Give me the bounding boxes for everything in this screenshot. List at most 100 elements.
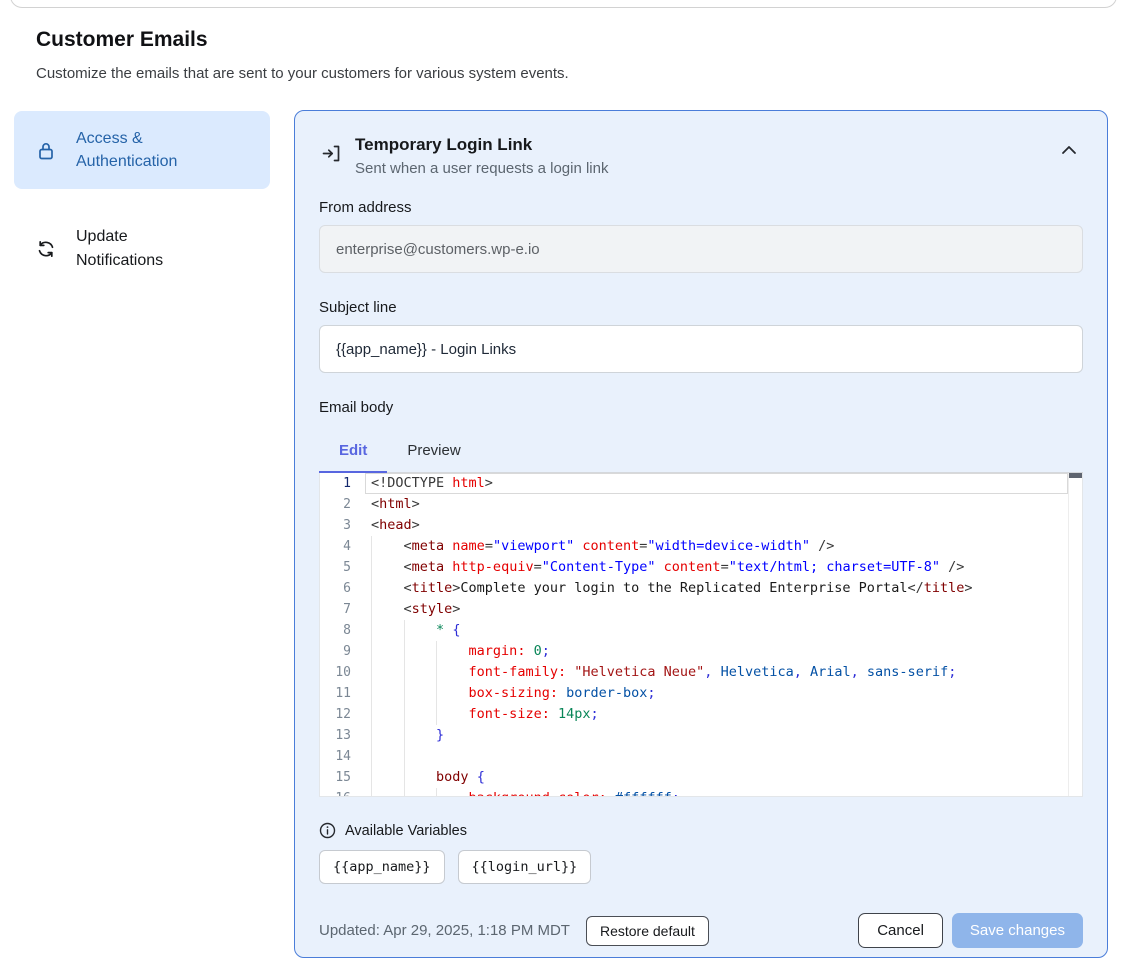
indent-guide — [371, 578, 372, 599]
code-line-5[interactable]: 5 <meta http-equiv="Content-Type" conten… — [320, 557, 1082, 578]
code-line-9[interactable]: 9 margin: 0; — [320, 641, 1082, 662]
editor-scrollbar-thumb[interactable] — [1069, 473, 1082, 478]
code-text: <meta http-equiv="Content-Type" content=… — [365, 557, 1068, 578]
subject-line-input[interactable] — [319, 325, 1083, 373]
code-editor-lines: 1<!DOCTYPE html>2<html>3<head>4 <meta na… — [320, 473, 1082, 797]
line-number: 6 — [320, 578, 365, 599]
code-line-4[interactable]: 4 <meta name="viewport" content="width=d… — [320, 536, 1082, 557]
subject-line-label: Subject line — [319, 299, 1083, 316]
tab-edit[interactable]: Edit — [319, 433, 387, 472]
sidebar-item-access-authentication[interactable]: Access & Authentication — [14, 111, 270, 189]
code-text: <html> — [365, 494, 1068, 515]
page-title: Customer Emails — [36, 28, 936, 52]
indent-guide — [404, 767, 405, 788]
code-line-16[interactable]: 16 background-color: #ffffff; — [320, 788, 1082, 797]
code-text: <style> — [365, 599, 1068, 620]
code-line-8[interactable]: 8 * { — [320, 620, 1082, 641]
code-text: font-family: "Helvetica Neue", Helvetica… — [365, 662, 1068, 683]
code-text: } — [365, 725, 1068, 746]
tab-preview[interactable]: Preview — [387, 433, 480, 472]
code-text: font-size: 14px; — [365, 704, 1068, 725]
code-text: margin: 0; — [365, 641, 1068, 662]
save-changes-button[interactable]: Save changes — [952, 913, 1083, 948]
line-number: 7 — [320, 599, 365, 620]
indent-guide — [371, 704, 372, 725]
code-line-2[interactable]: 2<html> — [320, 494, 1082, 515]
email-body-tabs: Edit Preview — [319, 433, 1083, 473]
indent-guide — [371, 536, 372, 557]
sidebar-item-update-notifications[interactable]: Update Notifications — [14, 209, 270, 287]
line-number: 11 — [320, 683, 365, 704]
code-text: body { — [365, 767, 1068, 788]
temporary-login-link-panel: Temporary Login Link Sent when a user re… — [294, 110, 1108, 958]
code-line-3[interactable]: 3<head> — [320, 515, 1082, 536]
cancel-button[interactable]: Cancel — [858, 913, 943, 948]
code-text: * { — [365, 620, 1068, 641]
indent-guide — [436, 662, 437, 683]
panel-subtitle: Sent when a user requests a login link — [355, 160, 608, 177]
indent-guide — [371, 662, 372, 683]
variable-chip-app-name[interactable]: {{app_name}} — [319, 850, 445, 884]
code-text: <head> — [365, 515, 1068, 536]
available-variables-label: Available Variables — [345, 823, 467, 839]
indent-guide — [404, 620, 405, 641]
code-line-14[interactable]: 14 — [320, 746, 1082, 767]
from-address-field-group: From address — [319, 199, 1083, 273]
indent-guide — [404, 725, 405, 746]
restore-default-button[interactable]: Restore default — [586, 916, 709, 946]
from-address-input[interactable] — [319, 225, 1083, 273]
code-text: box-sizing: border-box; — [365, 683, 1068, 704]
code-text: background-color: #ffffff; — [365, 788, 1068, 797]
indent-guide — [404, 662, 405, 683]
login-icon — [321, 143, 342, 164]
line-number: 15 — [320, 767, 365, 788]
line-number: 16 — [320, 788, 365, 797]
available-variables-header: Available Variables — [319, 822, 1083, 839]
code-line-1[interactable]: 1<!DOCTYPE html> — [320, 473, 1082, 494]
page-header: Customer Emails Customize the emails tha… — [36, 28, 936, 82]
updated-timestamp: Updated: Apr 29, 2025, 1:18 PM MDT — [319, 922, 570, 939]
code-line-13[interactable]: 13 } — [320, 725, 1082, 746]
indent-guide — [371, 641, 372, 662]
indent-guide — [404, 683, 405, 704]
editor-scrollbar-track[interactable] — [1068, 473, 1082, 796]
code-line-7[interactable]: 7 <style> — [320, 599, 1082, 620]
indent-guide — [404, 788, 405, 797]
subject-line-field-group: Subject line — [319, 299, 1083, 373]
indent-guide — [436, 683, 437, 704]
code-line-6[interactable]: 6 <title>Complete your login to the Repl… — [320, 578, 1082, 599]
indent-guide — [371, 767, 372, 788]
indent-guide — [404, 704, 405, 725]
indent-guide — [371, 557, 372, 578]
indent-guide — [436, 788, 437, 797]
footer-actions: Cancel Save changes — [858, 913, 1083, 948]
indent-guide — [404, 746, 405, 767]
indent-guide — [371, 725, 372, 746]
variable-chip-login-url[interactable]: {{login_url}} — [458, 850, 592, 884]
line-number: 13 — [320, 725, 365, 746]
code-line-15[interactable]: 15 body { — [320, 767, 1082, 788]
line-number: 5 — [320, 557, 365, 578]
collapse-panel-button[interactable] — [1055, 139, 1083, 161]
indent-guide — [404, 641, 405, 662]
email-body-section: Email body Edit Preview 1<!DOCTYPE html>… — [319, 399, 1083, 797]
line-number: 12 — [320, 704, 365, 725]
panel-header-text: Temporary Login Link Sent when a user re… — [355, 135, 608, 177]
indent-guide — [371, 788, 372, 797]
code-line-11[interactable]: 11 box-sizing: border-box; — [320, 683, 1082, 704]
panel-header[interactable]: Temporary Login Link Sent when a user re… — [319, 135, 1083, 177]
line-number: 2 — [320, 494, 365, 515]
code-line-10[interactable]: 10 font-family: "Helvetica Neue", Helvet… — [320, 662, 1082, 683]
email-body-label: Email body — [319, 399, 1083, 416]
code-line-12[interactable]: 12 font-size: 14px; — [320, 704, 1082, 725]
code-editor[interactable]: 1<!DOCTYPE html>2<html>3<head>4 <meta na… — [319, 473, 1083, 797]
line-number: 9 — [320, 641, 365, 662]
line-number: 10 — [320, 662, 365, 683]
chevron-up-icon — [1061, 145, 1077, 155]
panel-title: Temporary Login Link — [355, 135, 608, 155]
panel-footer: Updated: Apr 29, 2025, 1:18 PM MDT Resto… — [319, 913, 1083, 948]
code-text: <meta name="viewport" content="width=dev… — [365, 536, 1068, 557]
variable-chips: {{app_name}} {{login_url}} — [319, 850, 1083, 884]
sidebar-item-label: Access & Authentication — [76, 127, 216, 173]
indent-guide — [371, 683, 372, 704]
